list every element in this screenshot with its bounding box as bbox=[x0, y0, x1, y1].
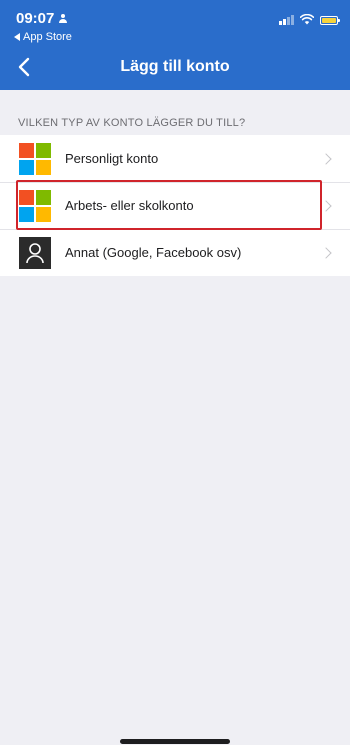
back-app-label: App Store bbox=[23, 31, 72, 43]
person-status-icon bbox=[58, 13, 68, 24]
chevron-right-icon bbox=[320, 246, 332, 259]
back-triangle-icon bbox=[14, 33, 20, 41]
status-bar-time: 09:07 bbox=[16, 10, 68, 27]
account-option-label: Annat (Google, Facebook osv) bbox=[65, 245, 242, 260]
battery-icon bbox=[320, 16, 340, 25]
person-icon bbox=[19, 236, 51, 269]
page-title: Lägg till konto bbox=[120, 58, 230, 75]
microsoft-logo-icon bbox=[19, 142, 51, 175]
status-time-text: 09:07 bbox=[16, 10, 55, 27]
account-option-label: Personligt konto bbox=[65, 151, 159, 166]
account-option-other[interactable]: Annat (Google, Facebook osv) bbox=[0, 229, 350, 276]
status-icons bbox=[279, 14, 340, 25]
highlight-box bbox=[16, 180, 322, 230]
account-option-personal[interactable]: Personligt konto bbox=[0, 135, 350, 182]
cellular-signal-icon bbox=[279, 15, 294, 25]
back-to-app-link[interactable]: App Store bbox=[14, 31, 72, 43]
home-indicator bbox=[120, 739, 230, 744]
chevron-right-icon bbox=[320, 199, 332, 212]
chevron-right-icon bbox=[320, 152, 332, 165]
person-outline-icon bbox=[26, 242, 44, 263]
app-header: 09:07 App Store Lägg till konto bbox=[0, 0, 350, 90]
wifi-icon bbox=[300, 14, 314, 25]
section-header: VILKEN TYP AV KONTO LÄGGER DU TILL? bbox=[18, 117, 246, 129]
